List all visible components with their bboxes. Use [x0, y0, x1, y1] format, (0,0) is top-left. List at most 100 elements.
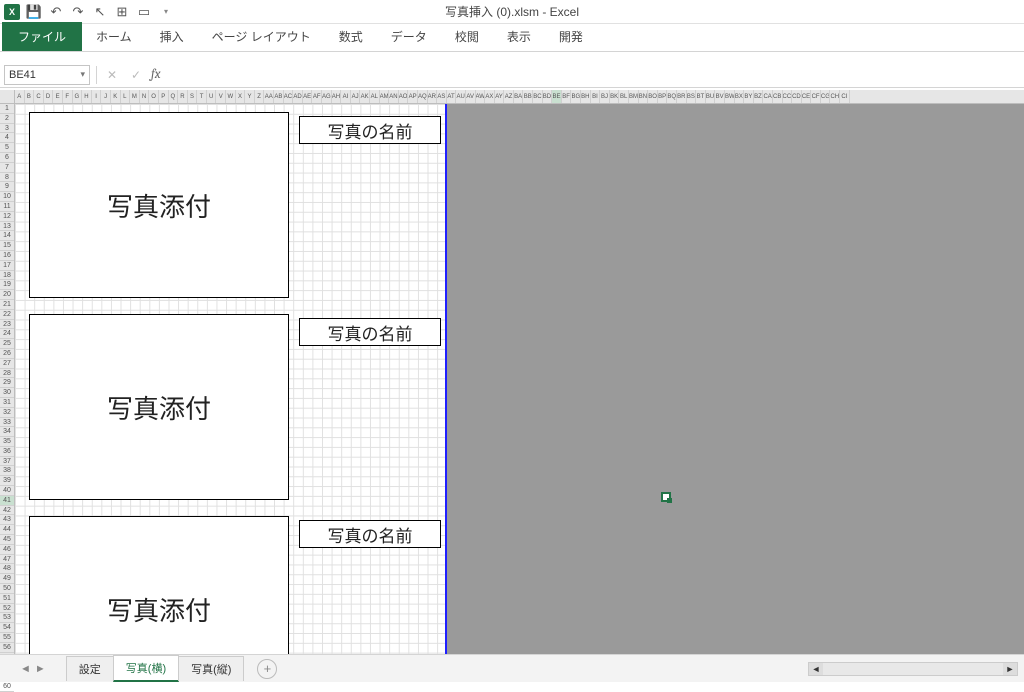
- row-header[interactable]: 33: [0, 418, 14, 428]
- row-header[interactable]: 12: [0, 212, 14, 222]
- sheet-nav-prev-icon[interactable]: ◄: [20, 663, 31, 675]
- row-header[interactable]: 48: [0, 564, 14, 574]
- tab-formulas[interactable]: 数式: [325, 22, 377, 51]
- column-header[interactable]: BU: [706, 90, 716, 103]
- column-header[interactable]: L: [121, 90, 131, 103]
- column-header[interactable]: Q: [169, 90, 179, 103]
- column-header[interactable]: AS: [437, 90, 447, 103]
- row-header[interactable]: 42: [0, 506, 14, 516]
- row-header[interactable]: 4: [0, 133, 14, 143]
- column-header[interactable]: BZ: [754, 90, 764, 103]
- column-header[interactable]: P: [159, 90, 169, 103]
- row-header[interactable]: 29: [0, 378, 14, 388]
- column-header[interactable]: F: [63, 90, 73, 103]
- row-header[interactable]: 56: [0, 643, 14, 653]
- column-header[interactable]: BP: [658, 90, 668, 103]
- row-header[interactable]: 9: [0, 182, 14, 192]
- row-header[interactable]: 28: [0, 369, 14, 379]
- column-header[interactable]: R: [178, 90, 188, 103]
- column-header[interactable]: AH: [332, 90, 342, 103]
- column-header[interactable]: BH: [581, 90, 591, 103]
- row-header[interactable]: 54: [0, 623, 14, 633]
- name-box-dropdown-icon[interactable]: ▾: [80, 69, 85, 80]
- column-header[interactable]: U: [207, 90, 217, 103]
- row-header[interactable]: 38: [0, 466, 14, 476]
- column-header[interactable]: M: [130, 90, 140, 103]
- column-header[interactable]: BF: [562, 90, 572, 103]
- photo-name-3[interactable]: 写真の名前: [299, 520, 441, 548]
- redo-icon[interactable]: ↷: [70, 4, 86, 20]
- row-header[interactable]: 15: [0, 241, 14, 251]
- row-header[interactable]: 47: [0, 555, 14, 565]
- row-header[interactable]: 32: [0, 408, 14, 418]
- cancel-icon[interactable]: ✕: [103, 66, 121, 84]
- column-header[interactable]: BW: [725, 90, 735, 103]
- column-header[interactable]: CE: [802, 90, 812, 103]
- column-header[interactable]: BJ: [600, 90, 610, 103]
- row-header[interactable]: 24: [0, 329, 14, 339]
- row-header[interactable]: 41: [0, 496, 14, 506]
- column-header[interactable]: BA: [514, 90, 524, 103]
- row-header[interactable]: 18: [0, 271, 14, 281]
- row-header[interactable]: 53: [0, 613, 14, 623]
- column-header[interactable]: H: [82, 90, 92, 103]
- column-header[interactable]: D: [44, 90, 54, 103]
- column-header[interactable]: AC: [284, 90, 294, 103]
- row-header[interactable]: 8: [0, 173, 14, 183]
- row-headers[interactable]: 1234567891011121314151617181920212223242…: [0, 104, 15, 654]
- column-header[interactable]: K: [111, 90, 121, 103]
- column-header[interactable]: BX: [735, 90, 745, 103]
- row-header[interactable]: 35: [0, 437, 14, 447]
- column-header[interactable]: AX: [485, 90, 495, 103]
- horizontal-scrollbar[interactable]: ◄ ►: [808, 662, 1018, 676]
- tab-pagelayout[interactable]: ページ レイアウト: [198, 22, 325, 51]
- column-header[interactable]: I: [92, 90, 102, 103]
- column-header[interactable]: AG: [322, 90, 332, 103]
- column-header[interactable]: CI: [840, 90, 850, 103]
- sheet-tab-photo-v[interactable]: 写真(縦): [178, 656, 244, 681]
- column-header[interactable]: AT: [447, 90, 457, 103]
- column-header[interactable]: CB: [773, 90, 783, 103]
- column-header[interactable]: BV: [715, 90, 725, 103]
- column-header[interactable]: G: [73, 90, 83, 103]
- sheet-nav-next-icon[interactable]: ►: [35, 663, 46, 675]
- cursor-icon[interactable]: ↖: [92, 4, 108, 20]
- row-header[interactable]: 7: [0, 163, 14, 173]
- photo-name-2[interactable]: 写真の名前: [299, 318, 441, 346]
- row-header[interactable]: 2: [0, 114, 14, 124]
- name-box[interactable]: BE41 ▾: [4, 65, 90, 85]
- column-header[interactable]: AQ: [418, 90, 428, 103]
- column-header[interactable]: Z: [255, 90, 265, 103]
- row-header[interactable]: 51: [0, 594, 14, 604]
- row-header[interactable]: 27: [0, 359, 14, 369]
- row-header[interactable]: 50: [0, 584, 14, 594]
- column-header[interactable]: AM: [380, 90, 390, 103]
- column-header[interactable]: T: [197, 90, 207, 103]
- save-icon[interactable]: 💾: [26, 4, 42, 20]
- column-header[interactable]: CD: [792, 90, 802, 103]
- column-header[interactable]: BC: [533, 90, 543, 103]
- row-header[interactable]: 20: [0, 290, 14, 300]
- photo-name-1[interactable]: 写真の名前: [299, 116, 441, 144]
- sheet-tab-settings[interactable]: 設定: [66, 656, 114, 681]
- row-header[interactable]: 39: [0, 476, 14, 486]
- column-header[interactable]: AB: [274, 90, 284, 103]
- grid-area[interactable]: 1 ページ 写真添付 写真の名前 写真添付 写真の名前 写真添付 写真の名前: [15, 104, 1024, 654]
- column-header[interactable]: AU: [456, 90, 466, 103]
- column-header[interactable]: AI: [341, 90, 351, 103]
- fill-handle[interactable]: [667, 498, 672, 503]
- column-header[interactable]: AJ: [351, 90, 361, 103]
- photo-box-1[interactable]: 写真添付: [29, 112, 289, 298]
- column-header[interactable]: AL: [370, 90, 380, 103]
- row-header[interactable]: 1: [0, 104, 14, 114]
- column-header[interactable]: J: [101, 90, 111, 103]
- row-header[interactable]: 45: [0, 535, 14, 545]
- column-header[interactable]: E: [53, 90, 63, 103]
- column-header[interactable]: AF: [312, 90, 322, 103]
- row-header[interactable]: 52: [0, 604, 14, 614]
- column-header[interactable]: O: [149, 90, 159, 103]
- column-header[interactable]: S: [188, 90, 198, 103]
- row-header[interactable]: 36: [0, 447, 14, 457]
- column-header[interactable]: CF: [811, 90, 821, 103]
- column-header[interactable]: AA: [264, 90, 274, 103]
